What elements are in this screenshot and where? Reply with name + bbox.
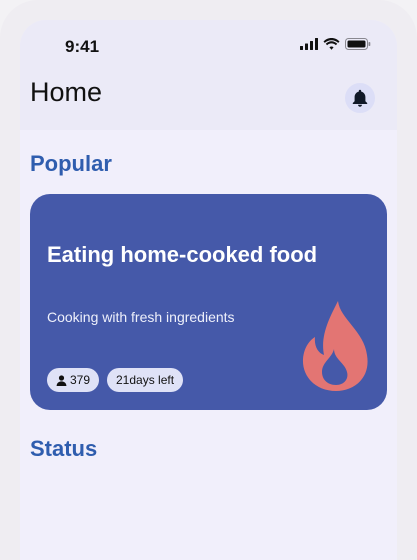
wifi-icon <box>323 38 340 50</box>
participants-badge: 379 <box>47 368 100 392</box>
battery-icon <box>345 38 371 50</box>
person-icon <box>56 374 67 386</box>
notifications-button[interactable] <box>345 83 375 113</box>
card-subtitle: Cooking with fresh ingredients <box>47 309 235 325</box>
app-screen: 9:41 Home Popular Eating home-cooked foo… <box>20 20 397 560</box>
popular-section-title: Popular <box>30 151 112 176</box>
app-header: 9:41 Home <box>20 20 397 130</box>
status-bar-icons <box>300 38 371 50</box>
card-title: Eating home-cooked food <box>47 242 318 267</box>
phone-frame: 9:41 Home Popular Eating home-cooked foo… <box>0 0 417 560</box>
challenge-card[interactable]: Eating home-cooked food Cooking with fre… <box>30 194 387 410</box>
cellular-signal-icon <box>300 38 318 50</box>
bell-icon <box>352 89 368 107</box>
days-left-label: 21days left <box>116 373 175 387</box>
fire-icon <box>302 301 368 391</box>
status-section-title: Status <box>30 436 98 461</box>
status-bar-time: 9:41 <box>65 37 100 56</box>
participants-count: 379 <box>70 373 91 387</box>
page-title: Home <box>30 77 103 107</box>
days-left-badge: 21days left <box>107 368 184 392</box>
